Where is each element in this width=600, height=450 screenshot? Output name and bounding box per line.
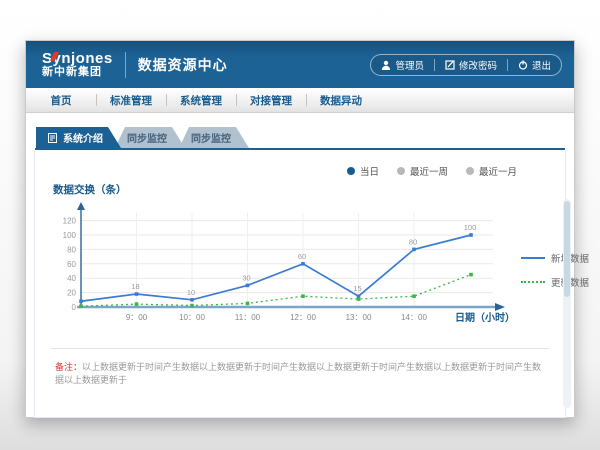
footnote-text: 以上数据更新于时间产生数据以上数据更新于时间产生数据以上数据更新于时间产生数据以… [55,362,541,385]
radio-label: 当日 [360,164,379,178]
header-divider [125,52,126,78]
content-area: 系统介绍 同步监控 同步监控 当日 最近一周 [26,113,574,418]
svg-text:20: 20 [67,289,76,298]
nav-item-standard-mgmt[interactable]: 标准管理 [96,88,166,112]
svg-text:10：00: 10：00 [179,313,205,322]
svg-text:30: 30 [242,273,250,282]
dotted-line-icon [521,281,545,283]
radio-last-month[interactable]: 最近一月 [466,164,517,178]
svg-text:18: 18 [131,282,139,291]
solid-line-icon [521,257,545,259]
nav-item-data-changes[interactable]: 数据异动 [306,88,376,112]
tab-label: 同步监控 [127,130,167,145]
user-toolbar: 管理员 修改密码 退出 [370,54,562,76]
svg-text:13：00: 13：00 [346,313,372,322]
user-icon [381,60,391,70]
nav-item-interface-mgmt[interactable]: 对接管理 [236,88,306,112]
tab-sync-monitor-1[interactable]: 同步监控 [115,127,185,148]
nav-item-system-mgmt[interactable]: 系统管理 [166,88,236,112]
current-user-button[interactable]: 管理员 [371,55,434,75]
radio-icon [466,167,474,175]
radio-last-week[interactable]: 最近一周 [397,164,448,178]
svg-text:12：00: 12：00 [290,313,316,322]
radio-today[interactable]: 当日 [347,164,379,178]
change-password-button[interactable]: 修改密码 [435,55,507,75]
svg-text:10: 10 [187,288,195,297]
svg-text:日期（小时）: 日期（小时） [455,311,515,324]
legend-new-data[interactable]: 新增数据 [521,251,589,265]
y-axis-title: 数据交换（条） [53,182,559,197]
company-logo: Synjones 新中新集团 [38,51,113,78]
svg-text:14：00: 14：00 [401,313,427,322]
radio-selected-icon [347,167,355,175]
tab-label: 同步监控 [191,130,231,145]
svg-text:100: 100 [63,231,77,240]
svg-text:15: 15 [353,284,361,293]
logout-button[interactable]: 退出 [508,55,561,75]
nav-item-home[interactable]: 首页 [26,88,96,112]
svg-text:0: 0 [72,303,77,312]
main-nav: 首页 标准管理 系统管理 对接管理 数据异动 [26,88,574,113]
radio-label: 最近一周 [410,164,448,178]
change-password-label: 修改密码 [459,58,497,72]
legend-updated-data[interactable]: 更新数据 [521,275,589,289]
chart-panel: 当日 最近一周 最近一月 数据交换（条） 0 20 40 60 80 100 120 9：00… [34,150,566,418]
app-header: Synjones 新中新集团 数据资源中心 管理员 修改密码 [26,41,574,88]
power-icon [518,60,528,70]
svg-text:100: 100 [464,223,477,232]
footnote-prefix: 备注： [55,362,82,372]
line-chart: 0 20 40 60 80 100 120 9：00 10：00 11：00 12：00 13：00 1… [47,199,519,338]
tab-system-intro[interactable]: 系统介绍 [36,127,121,148]
chart-legend: 新增数据 更新数据 [521,251,589,289]
logout-label: 退出 [532,58,551,72]
svg-text:40: 40 [67,274,76,283]
svg-text:80: 80 [409,237,417,246]
chart-row: 0 20 40 60 80 100 120 9：00 10：00 11：00 12：00 13：00 1… [41,199,559,338]
tab-label: 系统介绍 [63,130,103,145]
radio-label: 最近一月 [479,164,517,178]
logo-subtext: 新中新集团 [42,67,113,79]
page-title: 数据资源中心 [138,55,228,75]
user-name-label: 管理员 [395,58,424,72]
scrollbar-track [563,199,571,408]
svg-text:60: 60 [67,260,76,269]
svg-text:80: 80 [67,245,76,254]
footnote: 备注：以上数据更新于时间产生数据以上数据更新于时间产生数据以上数据更新于时间产生… [41,349,559,386]
svg-text:120: 120 [63,217,77,226]
radio-icon [397,167,405,175]
tab-sync-monitor-2[interactable]: 同步监控 [179,127,249,148]
document-icon [48,133,58,143]
app-window: Synjones 新中新集团 数据资源中心 管理员 修改密码 [25,40,575,418]
scrollbar-thumb[interactable] [564,201,570,297]
svg-text:11：00: 11：00 [235,313,261,322]
edit-icon [445,60,455,70]
time-range-filter: 当日 最近一周 最近一月 [41,158,559,180]
tab-bar: 系统介绍 同步监控 同步监控 [34,127,566,148]
svg-text:9：00: 9：00 [126,313,148,322]
svg-text:60: 60 [298,252,306,261]
